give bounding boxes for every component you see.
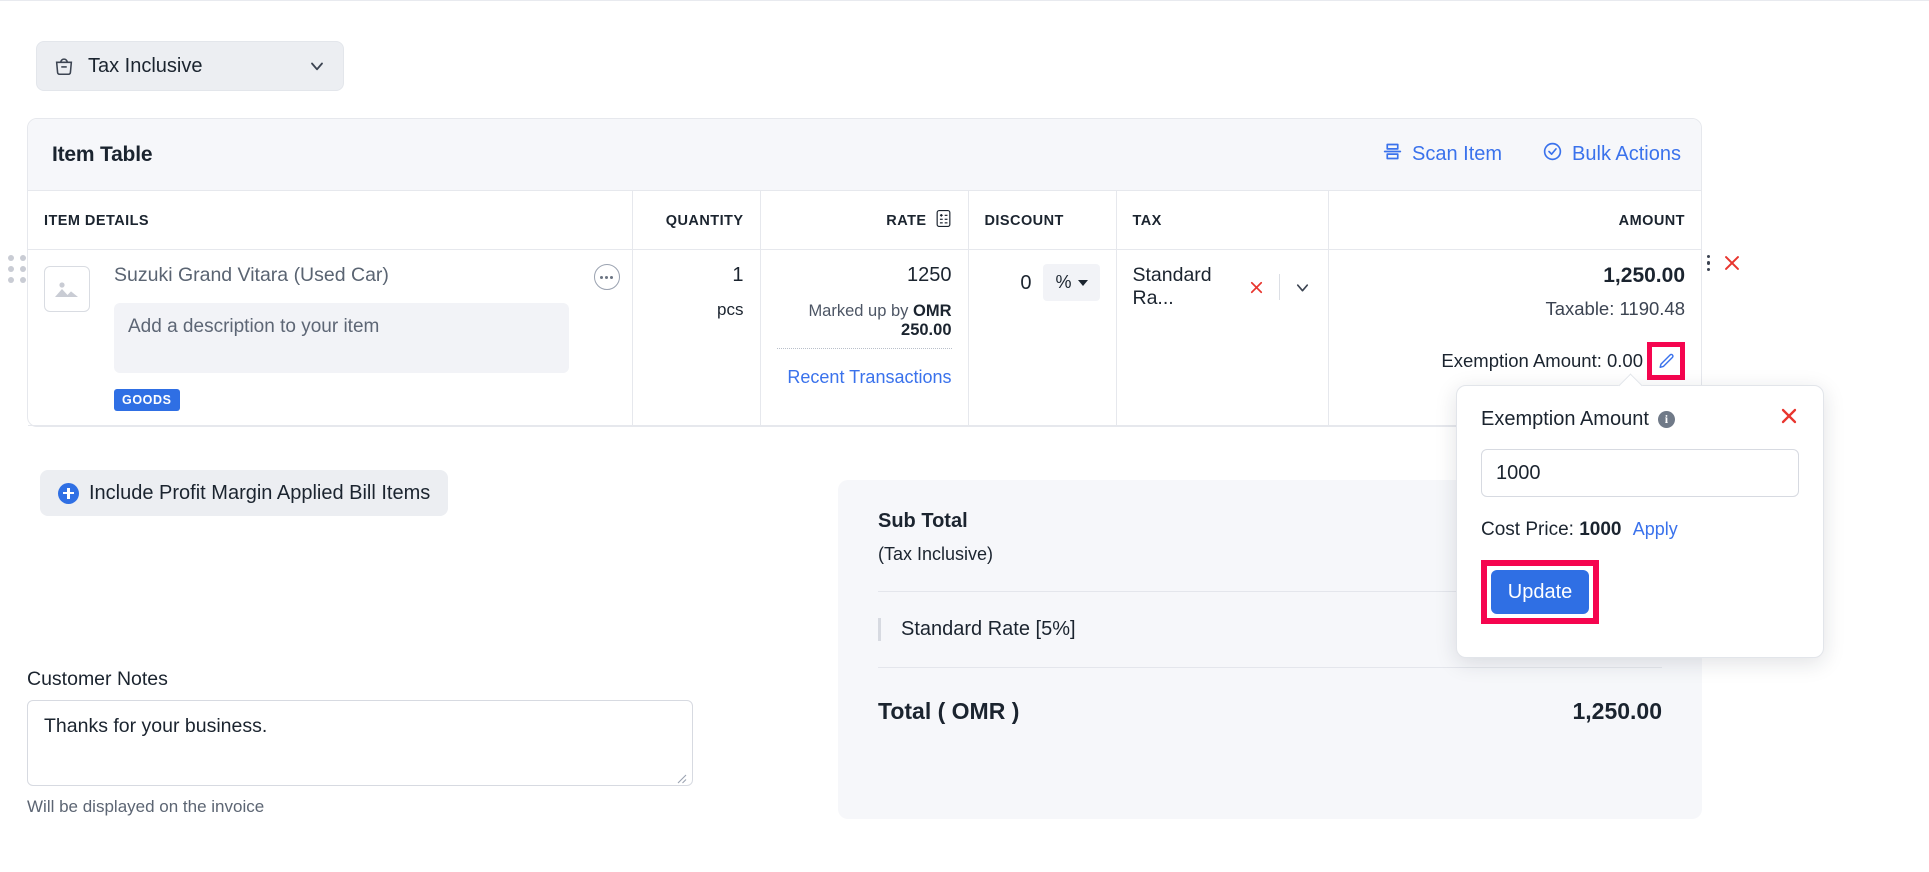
item-table-header-actions: Scan Item Bulk Actions bbox=[1382, 141, 1681, 168]
cell-rate: 1250 Marked up by OMR 250.00 Recent Tran… bbox=[760, 249, 969, 427]
scan-item-button[interactable]: Scan Item bbox=[1382, 141, 1502, 168]
include-profit-margin-label: Include Profit Margin Applied Bill Items bbox=[89, 481, 431, 504]
customer-notes-value: Thanks for your business. bbox=[44, 715, 268, 737]
markup-prefix: Marked up by bbox=[808, 302, 909, 320]
row-drag-handle[interactable] bbox=[8, 255, 26, 283]
discount-input[interactable]: 0 bbox=[1020, 264, 1031, 295]
item-table-card: Item Table Scan Item Bulk Actions ITEM D… bbox=[27, 118, 1739, 428]
cell-item-details: Suzuki Grand Vitara (Used Car) Add a des… bbox=[28, 249, 633, 427]
edit-exemption-amount-button[interactable] bbox=[1647, 342, 1685, 380]
tax-chevron-down-icon[interactable] bbox=[1293, 278, 1312, 297]
tax-row-label: Standard Rate [5%] bbox=[901, 618, 1076, 640]
item-description-input[interactable]: Add a description to your item bbox=[114, 303, 569, 374]
rate-input[interactable]: 1250 bbox=[777, 264, 952, 287]
drag-dot bbox=[20, 255, 26, 261]
dot bbox=[600, 275, 603, 279]
item-table-body: Suzuki Grand Vitara (Used Car) Add a des… bbox=[28, 249, 1739, 427]
table-row: Suzuki Grand Vitara (Used Car) Add a des… bbox=[28, 249, 1739, 427]
discount-unit-dropdown[interactable]: % bbox=[1043, 264, 1100, 301]
item-type-badge: GOODS bbox=[114, 389, 180, 412]
item-table: ITEM DETAILS QUANTITY RATE DISCOUNT TAX … bbox=[28, 191, 1739, 427]
bag-icon bbox=[53, 55, 75, 77]
taxable-amount: Taxable: 1190.48 bbox=[1545, 298, 1685, 319]
column-header-rate: RATE bbox=[760, 191, 969, 250]
cell-discount: 0 % bbox=[968, 249, 1117, 427]
grand-total-label: Total ( OMR ) bbox=[878, 698, 1020, 724]
column-header-quantity: QUANTITY bbox=[632, 191, 761, 250]
cost-price-row: Cost Price: 1000 Apply bbox=[1481, 519, 1799, 541]
grand-total-value: 1,250.00 bbox=[1572, 698, 1662, 724]
remove-row-icon[interactable] bbox=[1721, 252, 1743, 274]
bulk-actions-label: Bulk Actions bbox=[1572, 143, 1681, 165]
drag-dot bbox=[8, 266, 14, 272]
grand-total-row: Total ( OMR ) 1,250.00 bbox=[878, 667, 1662, 751]
clear-tax-icon[interactable] bbox=[1247, 278, 1266, 297]
update-button[interactable]: Update bbox=[1491, 570, 1589, 614]
exemption-amount-popover: Exemption Amount i 1000 Cost Price: 1000… bbox=[1456, 385, 1824, 658]
sub-total-label: Sub Total bbox=[878, 510, 968, 532]
check-circle-icon bbox=[1542, 141, 1563, 168]
customer-notes-input[interactable]: Thanks for your business. bbox=[27, 700, 693, 786]
column-header-discount: DISCOUNT bbox=[968, 191, 1117, 250]
discount-unit-label: % bbox=[1055, 272, 1072, 292]
popover-title: Exemption Amount bbox=[1481, 408, 1649, 430]
drag-dot bbox=[8, 277, 14, 283]
bulk-actions-button[interactable]: Bulk Actions bbox=[1542, 141, 1681, 168]
rate-calculator-icon[interactable] bbox=[935, 209, 952, 232]
scan-item-label: Scan Item bbox=[1412, 143, 1503, 165]
cost-price-value: 1000 bbox=[1579, 519, 1622, 540]
close-popover-icon[interactable] bbox=[1777, 404, 1801, 428]
quantity-input[interactable]: 1 bbox=[649, 264, 743, 287]
table-header-row: ITEM DETAILS QUANTITY RATE DISCOUNT TAX … bbox=[28, 191, 1701, 250]
sub-total-note: (Tax Inclusive) bbox=[878, 544, 994, 564]
column-header-rate-label: RATE bbox=[886, 212, 927, 229]
resize-handle-icon[interactable] bbox=[673, 767, 687, 784]
customer-notes-hint: Will be displayed on the invoice bbox=[27, 797, 265, 816]
dot bbox=[1706, 254, 1710, 259]
apply-cost-price-link[interactable]: Apply bbox=[1633, 519, 1678, 539]
column-header-item-details: ITEM DETAILS bbox=[28, 191, 633, 250]
column-header-amount: AMOUNT bbox=[1328, 191, 1701, 250]
dot bbox=[605, 275, 608, 279]
scan-item-icon bbox=[1382, 141, 1403, 168]
drag-dot bbox=[20, 277, 26, 283]
plus-circle-icon bbox=[58, 482, 79, 504]
tax-mode-label: Tax Inclusive bbox=[88, 54, 203, 77]
chevron-down-icon bbox=[307, 56, 327, 76]
row-more-options-icon[interactable] bbox=[1705, 253, 1713, 274]
update-button-highlight: Update bbox=[1481, 560, 1599, 624]
drag-dot bbox=[20, 266, 26, 272]
include-profit-margin-button[interactable]: Include Profit Margin Applied Bill Items bbox=[40, 470, 449, 516]
dot bbox=[610, 275, 613, 279]
item-more-options-icon[interactable] bbox=[593, 264, 620, 290]
tax-name[interactable]: Standard Ra... bbox=[1133, 264, 1235, 310]
item-table-head: ITEM DETAILS QUANTITY RATE DISCOUNT TAX … bbox=[28, 191, 1701, 250]
popover-title-row: Exemption Amount i bbox=[1481, 408, 1799, 431]
item-table-header: Item Table Scan Item Bulk Actions bbox=[28, 119, 1701, 191]
amount-value: 1,250.00 bbox=[1603, 264, 1685, 287]
item-table-title: Item Table bbox=[52, 142, 153, 166]
tax-mode-select[interactable]: Tax Inclusive bbox=[36, 41, 344, 91]
dot bbox=[1706, 261, 1710, 265]
cell-quantity: 1 pcs bbox=[632, 249, 761, 427]
customer-notes-label: Customer Notes bbox=[27, 668, 168, 690]
column-header-tax: TAX bbox=[1116, 191, 1329, 250]
exemption-amount-input[interactable]: 1000 bbox=[1481, 449, 1799, 497]
markup-value: OMR 250.00 bbox=[901, 302, 952, 339]
dot bbox=[1706, 267, 1710, 272]
info-icon[interactable]: i bbox=[1657, 411, 1675, 428]
quantity-unit[interactable]: pcs bbox=[649, 300, 743, 320]
cost-price-label: Cost Price: bbox=[1481, 519, 1574, 540]
exemption-amount-label: Exemption Amount: 0.00 bbox=[1441, 350, 1643, 371]
item-name[interactable]: Suzuki Grand Vitara (Used Car) bbox=[114, 264, 616, 287]
markup-note: Marked up by OMR 250.00 bbox=[776, 302, 952, 349]
cell-tax: Standard Ra... bbox=[1116, 249, 1329, 427]
drag-dot bbox=[8, 255, 14, 261]
recent-transactions-link[interactable]: Recent Transactions bbox=[777, 367, 951, 388]
caret-down-icon bbox=[1077, 279, 1088, 286]
top-divider bbox=[0, 0, 1929, 1]
item-image-placeholder[interactable] bbox=[44, 266, 90, 312]
divider bbox=[1278, 274, 1280, 300]
